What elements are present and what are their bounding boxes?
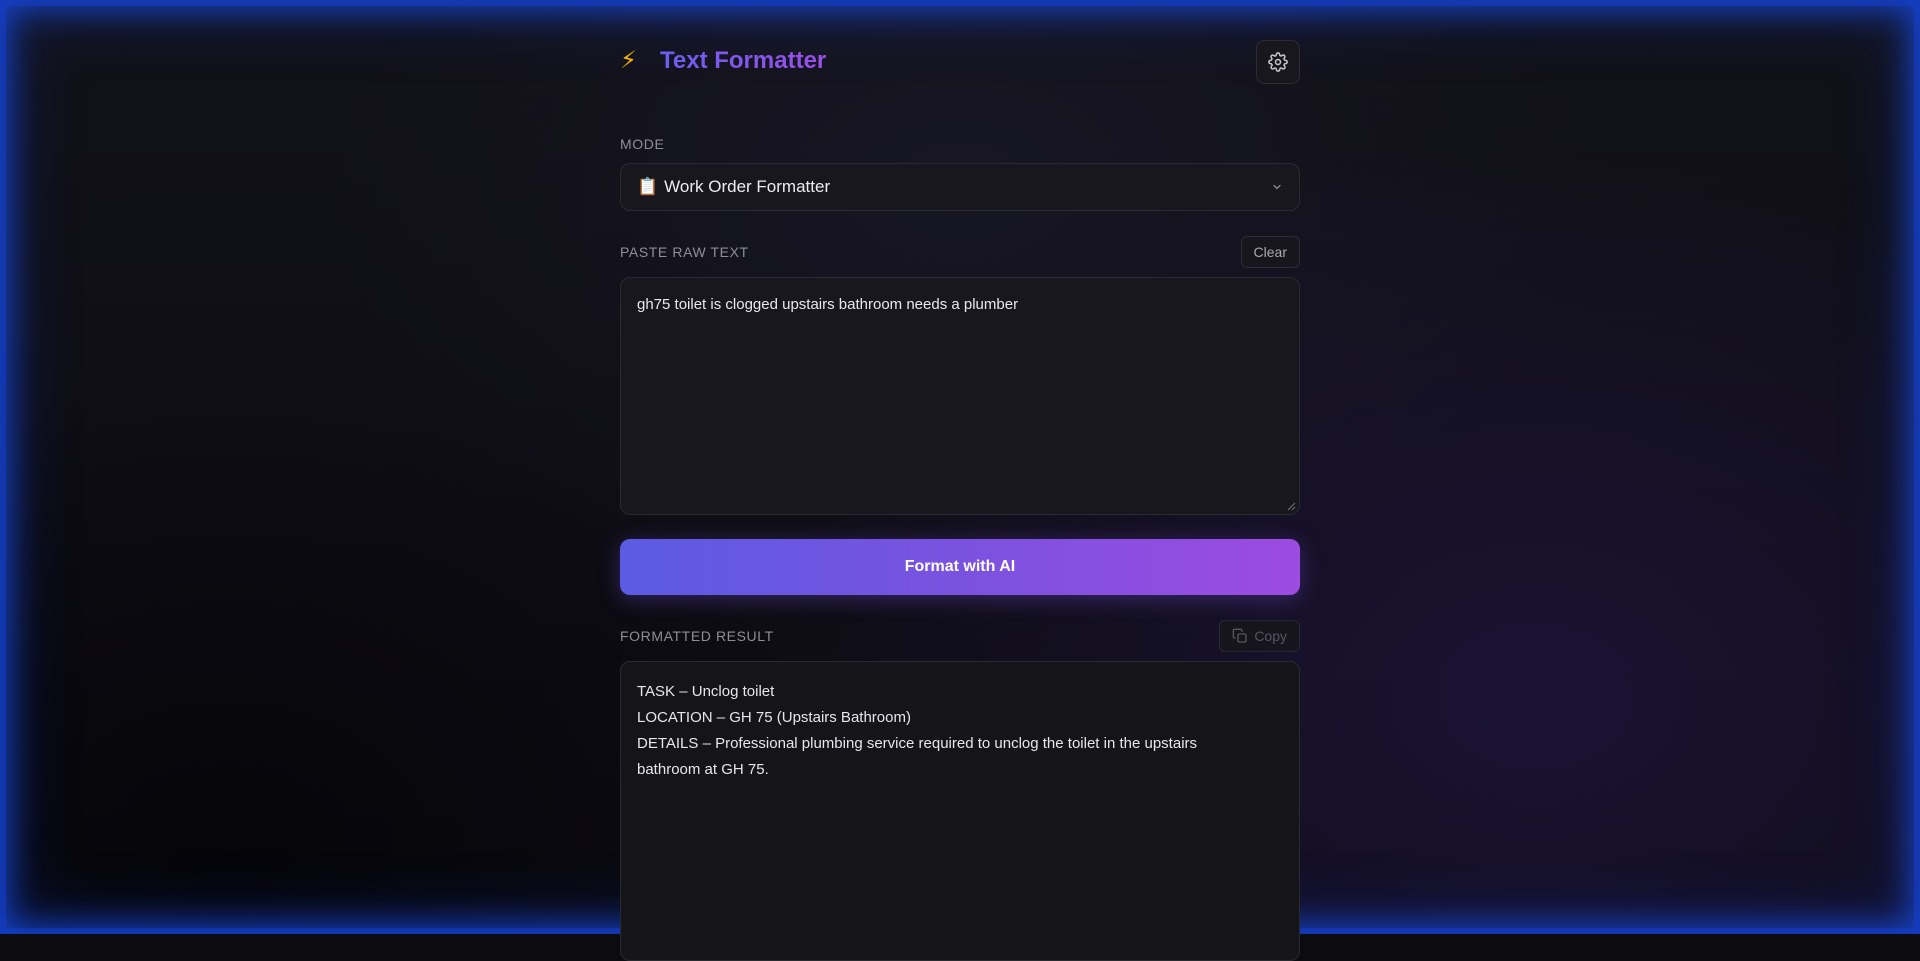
raw-text-value: gh75 toilet is clogged upstairs bathroom… <box>637 296 1019 313</box>
mode-select[interactable]: 📋 Work Order Formatter <box>620 163 1300 211</box>
mode-selected-value: Work Order Formatter <box>664 177 831 196</box>
formatted-result-output: TASK – Unclog toilet LOCATION – GH 75 (U… <box>620 661 1300 961</box>
clear-button[interactable]: Clear <box>1240 236 1300 268</box>
resize-handle-icon[interactable] <box>1286 501 1296 511</box>
chevron-down-icon <box>1273 184 1281 190</box>
settings-button[interactable] <box>1256 40 1300 84</box>
formatted-result-label: FORMATTED RESULT <box>620 628 774 644</box>
header: ⚡ Text Formatter <box>620 40 1300 84</box>
result-line: LOCATION – GH 75 (Upstairs Bathroom) <box>637 709 911 726</box>
raw-text-input[interactable]: gh75 toilet is clogged upstairs bathroom… <box>620 277 1300 515</box>
copy-icon <box>1232 628 1247 643</box>
mode-label: MODE <box>620 136 665 152</box>
gear-icon <box>1268 52 1288 72</box>
clipboard-icon: 📋 <box>637 177 659 196</box>
lightning-icon: ⚡ <box>620 47 637 74</box>
copy-label: Copy <box>1254 628 1287 644</box>
result-line: bathroom at GH 75. <box>637 761 769 778</box>
copy-button[interactable]: Copy <box>1219 620 1300 652</box>
result-line: DETAILS – Professional plumbing service … <box>637 735 1198 752</box>
format-with-ai-button[interactable]: Format with AI <box>620 539 1300 595</box>
raw-text-label: PASTE RAW TEXT <box>620 244 749 260</box>
result-line: TASK – Unclog toilet <box>637 683 775 700</box>
app-window: ⚡ Text Formatter MODE 📋 Work Order Forma… <box>0 0 1920 961</box>
page-title: Text Formatter <box>660 47 827 74</box>
